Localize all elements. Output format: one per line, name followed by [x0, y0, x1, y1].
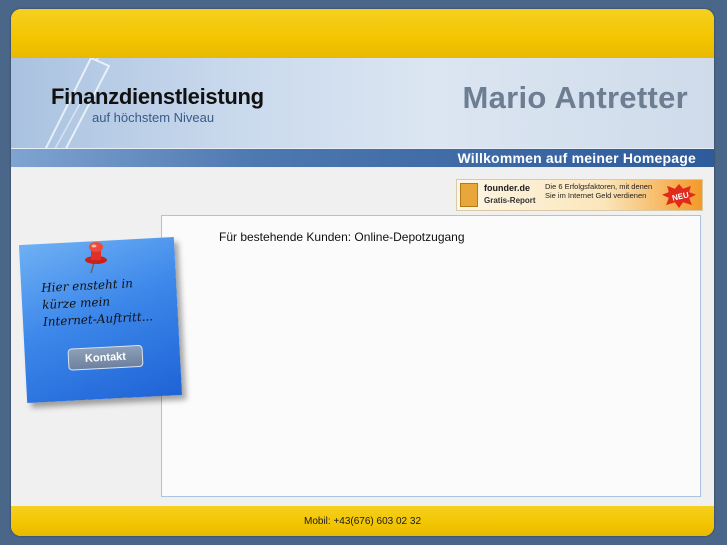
banner-description: Die 6 Erfolgsfaktoren, mit denen Sie im …: [545, 182, 653, 200]
contact-button[interactable]: Kontakt: [67, 344, 144, 371]
welcome-text: Willkommen auf meiner Homepage: [457, 150, 696, 166]
footer-phone: Mobil: +43(676) 603 02 32: [303, 516, 422, 527]
footer-bar: Mobil: +43(676) 603 02 32: [11, 506, 714, 536]
report-icon: [460, 183, 478, 207]
header: Finanzdienstleistung auf höchstem Niveau…: [11, 58, 714, 148]
pushpin-icon: [85, 242, 107, 274]
depot-access-link[interactable]: Für bestehende Kunden: Online-Depotzugan…: [219, 230, 465, 244]
banner-brand: founder.de: [484, 183, 531, 193]
top-bar: [11, 9, 714, 58]
page-subtitle: auf höchstem Niveau: [92, 110, 215, 125]
page-frame: Finanzdienstleistung auf höchstem Niveau…: [11, 9, 714, 536]
founder-banner[interactable]: founder.de Gratis-Report Die 6 Erfolgsfa…: [456, 179, 703, 211]
note-text: Hier ensteht in kürze mein Internet-Auft…: [41, 274, 168, 331]
welcome-bar: Willkommen auf meiner Homepage: [11, 148, 714, 168]
page-title: Finanzdienstleistung: [51, 84, 264, 109]
owner-name: Mario Antretter: [462, 80, 688, 115]
content-box: Für bestehende Kunden: Online-Depotzugan…: [161, 215, 701, 497]
banner-report: Gratis-Report: [484, 196, 536, 205]
